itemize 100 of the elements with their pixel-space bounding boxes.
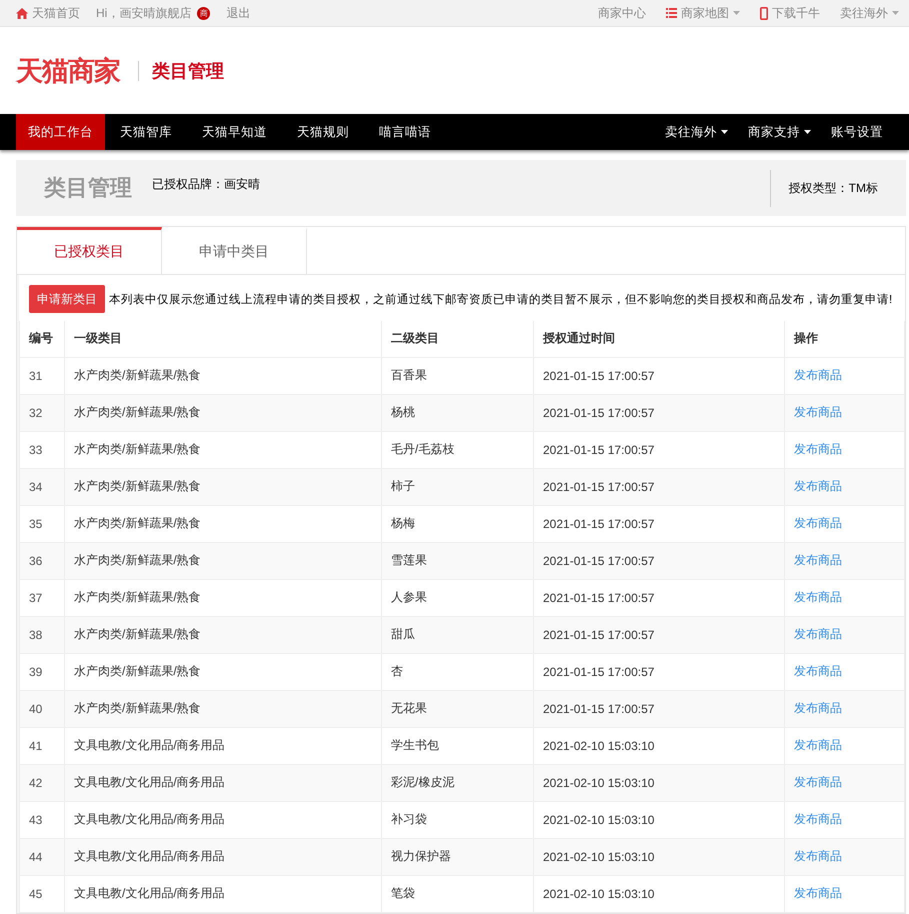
auth-type-label: 授权类型：TM标	[770, 170, 878, 206]
table-cell: 人参果	[382, 579, 534, 616]
table-cell: 文具电教/文化用品/商务用品	[64, 875, 382, 912]
publish-link[interactable]: 发布商品	[794, 442, 842, 456]
table-cell: 视力保护器	[382, 838, 534, 875]
table-cell: 2021-01-15 17:00:57	[534, 579, 784, 616]
top-bar-link[interactable]: 商家中心	[598, 4, 646, 22]
logo: 天猫商家	[16, 54, 120, 88]
table-cell: 柿子	[382, 468, 534, 505]
table-cell: 水产肉类/新鲜蔬果/熟食	[64, 542, 382, 579]
tab[interactable]: 已授权类目	[17, 227, 162, 274]
table-cell: 文具电教/文化用品/商务用品	[64, 727, 382, 764]
table-cell: 雪莲果	[382, 542, 534, 579]
publish-link[interactable]: 发布商品	[794, 812, 842, 826]
publish-link[interactable]: 发布商品	[794, 664, 842, 678]
table-cell: 2021-01-15 17:00:57	[534, 431, 784, 468]
summary-title: 类目管理	[44, 174, 132, 202]
brand-label: 已授权品牌：画安晴	[152, 176, 260, 193]
table-cell: 文具电教/文化用品/商务用品	[64, 801, 382, 838]
top-bar-link[interactable]: 卖往海外	[840, 4, 899, 22]
table-cell: 水产肉类/新鲜蔬果/熟食	[64, 431, 382, 468]
table-cell: 水产肉类/新鲜蔬果/熟食	[64, 579, 382, 616]
table-cell: 水产肉类/新鲜蔬果/熟食	[64, 616, 382, 653]
caret-icon	[721, 130, 728, 134]
table-cell: 2021-01-15 17:00:57	[534, 616, 784, 653]
table-cell: 2021-01-15 17:00:57	[534, 505, 784, 542]
table-cell: 2021-01-15 17:00:57	[534, 542, 784, 579]
table-cell: 水产肉类/新鲜蔬果/熟食	[64, 357, 382, 394]
nav-item[interactable]: 天猫规则	[282, 114, 364, 150]
list-icon	[666, 8, 677, 18]
publish-link[interactable]: 发布商品	[794, 886, 842, 900]
table-cell: 2021-02-10 15:03:10	[534, 727, 784, 764]
table-cell: 32	[20, 394, 64, 431]
nav-item[interactable]: 天猫早知道	[187, 114, 282, 150]
apply-category-button[interactable]: 申请新类目	[29, 285, 105, 313]
table-cell: 41	[20, 727, 64, 764]
table-cell: 37	[20, 579, 64, 616]
table-cell: 38	[20, 616, 64, 653]
top-bar-link[interactable]: 退出	[226, 4, 250, 22]
table-cell: 2021-02-10 15:03:10	[534, 764, 784, 801]
nav-item[interactable]: 商家支持	[738, 114, 821, 150]
column-header: 一级类目	[64, 321, 382, 357]
column-header: 授权通过时间	[534, 321, 784, 357]
table-cell: 文具电教/文化用品/商务用品	[64, 764, 382, 801]
publish-link[interactable]: 发布商品	[794, 738, 842, 752]
table-cell: 水产肉类/新鲜蔬果/熟食	[64, 690, 382, 727]
publish-link[interactable]: 发布商品	[794, 775, 842, 789]
table-cell: 彩泥/橡皮泥	[382, 764, 534, 801]
table-cell: 毛丹/毛荔枝	[382, 431, 534, 468]
home-icon	[16, 8, 28, 18]
nav-item[interactable]: 账号设置	[821, 114, 893, 150]
table-cell: 2021-02-10 15:03:10	[534, 875, 784, 912]
publish-link[interactable]: 发布商品	[794, 849, 842, 863]
phone-icon	[760, 6, 768, 20]
publish-link[interactable]: 发布商品	[794, 553, 842, 567]
table-cell: 学生书包	[382, 727, 534, 764]
caret-icon	[804, 130, 811, 134]
top-bar-link[interactable]: 商家地图	[666, 4, 740, 22]
table-cell: 2021-02-10 15:03:10	[534, 838, 784, 875]
nav-item[interactable]: 卖往海外	[655, 114, 738, 150]
top-bar-link[interactable]: Hi，画安晴旗舰店	[96, 4, 192, 22]
publish-link[interactable]: 发布商品	[794, 368, 842, 382]
table-cell: 45	[20, 875, 64, 912]
table-cell: 水产肉类/新鲜蔬果/熟食	[64, 653, 382, 690]
shop-badge: 商	[197, 6, 210, 20]
publish-link[interactable]: 发布商品	[794, 516, 842, 530]
table-cell: 补习袋	[382, 801, 534, 838]
table-cell: 2021-01-15 17:00:57	[534, 468, 784, 505]
table-cell: 43	[20, 801, 64, 838]
column-header: 二级类目	[382, 321, 534, 357]
table-cell: 甜瓜	[382, 616, 534, 653]
table-cell: 杨梅	[382, 505, 534, 542]
table-cell: 31	[20, 357, 64, 394]
publish-link[interactable]: 发布商品	[794, 627, 842, 641]
nav-item[interactable]: 天猫智库	[105, 114, 187, 150]
publish-link[interactable]: 发布商品	[794, 479, 842, 493]
notice-text: 本列表中仅展示您通过线上流程申请的类目授权，之前通过线下邮寄资质已申请的类目暂不展示，但不影响您的类目授权和商品发布，请勿重复申请!	[109, 292, 892, 306]
table-cell: 水产肉类/新鲜蔬果/熟食	[64, 394, 382, 431]
table-cell: 40	[20, 690, 64, 727]
column-header: 编号	[20, 321, 64, 357]
top-bar-link[interactable]: 天猫首页	[16, 4, 80, 22]
table-cell: 35	[20, 505, 64, 542]
table-cell: 笔袋	[382, 875, 534, 912]
table-cell: 42	[20, 764, 64, 801]
table-cell: 2021-01-15 17:00:57	[534, 394, 784, 431]
page-title: 类目管理	[138, 60, 224, 80]
table-cell: 44	[20, 838, 64, 875]
table-cell: 百香果	[382, 357, 534, 394]
table-cell: 文具电教/文化用品/商务用品	[64, 838, 382, 875]
table-cell: 水产肉类/新鲜蔬果/熟食	[64, 468, 382, 505]
nav-item[interactable]: 喵言喵语	[364, 114, 446, 150]
top-bar-link[interactable]: 下载千牛	[760, 4, 820, 22]
table-cell: 39	[20, 653, 64, 690]
publish-link[interactable]: 发布商品	[794, 405, 842, 419]
column-header: 操作	[784, 321, 904, 357]
publish-link[interactable]: 发布商品	[794, 590, 842, 604]
publish-link[interactable]: 发布商品	[794, 701, 842, 715]
nav-item[interactable]: 我的工作台	[16, 114, 105, 150]
table-cell: 无花果	[382, 690, 534, 727]
table-cell: 水产肉类/新鲜蔬果/熟食	[64, 505, 382, 542]
